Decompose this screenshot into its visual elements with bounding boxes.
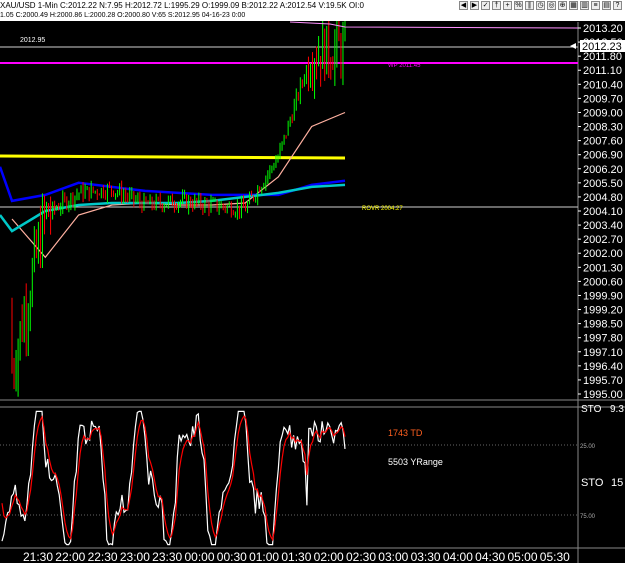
y-tick-label: 1996.40 [583, 361, 623, 373]
y-tick-label: 1999.90 [583, 290, 623, 302]
wp-label: WP 2011.45 [388, 63, 421, 69]
y-tick-label: 1995.70 [583, 375, 623, 387]
y-tick-label: 2006.90 [583, 150, 623, 162]
percent-icon[interactable]: % [514, 1, 523, 10]
grid-icon[interactable]: ▦ [569, 1, 578, 10]
ohlc-readout: 1.05 C:2000.49 H:2000.86 L:2000.28 O:200… [0, 11, 625, 21]
y-tick-label: 2013.20 [583, 23, 623, 35]
y-tick-label: 2004.80 [583, 192, 623, 204]
y-tick-label: 2008.30 [583, 122, 623, 134]
x-tick-label: 01:30 [281, 550, 311, 563]
y-tick-label: 1998.50 [583, 319, 623, 331]
y-tick-label: 2002.00 [583, 248, 623, 260]
clock-icon[interactable]: ◷ [536, 1, 545, 10]
sto-top-value: 9.3 [610, 404, 624, 415]
yellow-level-line [0, 154, 346, 160]
check-icon[interactable]: ✓ [481, 1, 490, 10]
x-tick-label: 05:30 [540, 550, 570, 563]
target-icon[interactable]: ◎ [547, 1, 556, 10]
chart-icon[interactable]: ▤ [602, 1, 611, 10]
left-arrow-icon[interactable]: ◀ [459, 1, 468, 10]
y-tick-label: 2007.60 [583, 136, 623, 148]
y-tick-label: 2010.40 [583, 79, 623, 91]
price-y-axis[interactable]: 2013.202012.502011.802011.102010.402009.… [578, 23, 623, 401]
x-tick-label: 05:00 [507, 550, 537, 563]
x-tick-label: 23:00 [120, 550, 150, 563]
y-tick-label: 2009.70 [583, 93, 623, 105]
stoch-level-25-label: 25.00 [580, 444, 596, 450]
x-tick-label: 00:30 [217, 550, 247, 563]
x-tick-label: 02:00 [314, 550, 344, 563]
x-tick-label: 01:00 [249, 550, 279, 563]
x-tick-label: 03:00 [378, 550, 408, 563]
y-tick-label: 2009.00 [583, 107, 623, 119]
bars-icon[interactable]: ▥ [580, 1, 589, 10]
zoom-icon[interactable]: ⊕ [558, 1, 567, 10]
y-tick-label: 2001.30 [583, 262, 623, 274]
current-price-label: 2012.23 [582, 41, 622, 53]
y-tick-label: 2002.70 [583, 234, 623, 246]
rovr-label: ROVR 2004.27 [362, 206, 403, 212]
chart-canvas[interactable]: 2012.95 WP 2011.45 ROVR 2004.27 2013.20 2… [0, 0, 625, 563]
time-x-axis[interactable]: 21:30 22:00 22:30 23:00 23:30 00:00 00:30 01:00… [23, 550, 570, 563]
sto-mid-value: 15 [611, 477, 623, 489]
x-tick-label: 22:30 [88, 550, 118, 563]
x-tick-label: 21:30 [23, 550, 53, 563]
y-tick-label: 2003.40 [583, 220, 623, 232]
help-icon[interactable]: ? [613, 1, 622, 10]
sto-top-label: STO [581, 404, 602, 415]
y-tick-label: 1997.80 [583, 333, 623, 345]
yrange-label: 5503 YRange [388, 457, 443, 467]
y-tick-label: 2011.10 [583, 65, 622, 77]
y-tick-label: 2000.60 [583, 276, 623, 288]
x-tick-label: 04:30 [475, 550, 505, 563]
pin-icon[interactable]: † [492, 1, 501, 10]
y-tick-label: 1999.20 [583, 305, 623, 317]
right-arrow-icon[interactable]: ▶ [470, 1, 479, 10]
x-tick-label: 23:30 [152, 550, 182, 563]
trading-chart-window: 2012.95 WP 2011.45 ROVR 2004.27 2013.20 2… [0, 0, 625, 563]
y-tick-label: 1997.10 [583, 347, 623, 359]
toolbar: ◀ ▶ ✓ † +% ∥ ◷ ◎ ⊕ ▦ ▥ ≡ ▤? [459, 0, 625, 11]
y-tick-label: 2004.10 [583, 206, 623, 218]
y-tick-label: 1995.00 [583, 389, 623, 401]
x-tick-label: 04:00 [443, 550, 473, 563]
x-tick-label: 22:00 [55, 550, 85, 563]
plus-icon[interactable]: + [503, 1, 512, 10]
td-label: 1743 TD [388, 428, 423, 438]
window-title: XAU/USD 1-Min C:2012.22 N:7.95 H:2012.72… [0, 1, 364, 10]
left-level-label: 2012.95 [20, 37, 45, 44]
stoch-level-75-label: 75.00 [580, 514, 596, 520]
list-icon[interactable]: ≡ [591, 1, 600, 10]
sto-mid-label: STO [581, 477, 604, 489]
y-tick-label: 2005.50 [583, 178, 623, 190]
y-tick-label: 2006.20 [583, 164, 623, 176]
x-tick-label: 03:30 [411, 550, 441, 563]
x-tick-label: 00:00 [184, 550, 214, 563]
x-tick-label: 02:30 [346, 550, 376, 563]
pause-icon[interactable]: ∥ [525, 1, 534, 10]
